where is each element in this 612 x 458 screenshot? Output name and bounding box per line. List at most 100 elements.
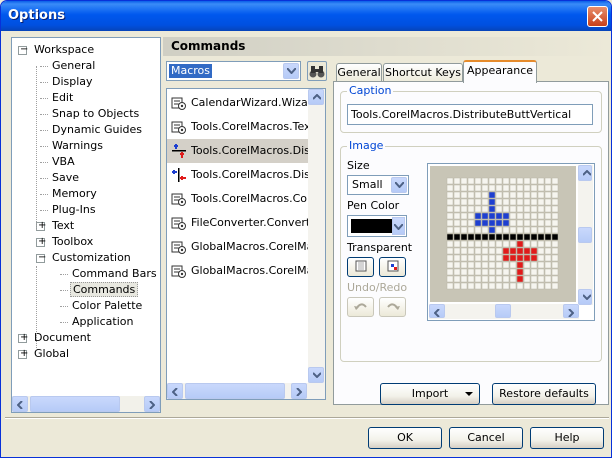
pixel-cell[interactable] [474, 268, 482, 276]
pixel-cell[interactable] [481, 268, 489, 276]
pixel-cell[interactable] [453, 240, 461, 248]
tab-appearance[interactable]: Appearance [463, 60, 537, 83]
pixel-cell[interactable] [523, 177, 531, 185]
pixel-cell[interactable] [530, 275, 538, 283]
pixel-cell[interactable] [544, 177, 552, 185]
tree-item[interactable]: Commands [70, 282, 139, 298]
pixel-cell[interactable] [495, 191, 503, 199]
pixel-cell[interactable] [460, 219, 468, 227]
tree-item[interactable]: Memory [50, 186, 99, 202]
pixel-cell[interactable] [446, 233, 454, 241]
scroll-right-icon[interactable] [291, 383, 307, 399]
pixel-cell[interactable] [551, 240, 559, 248]
pixel-cell[interactable] [481, 212, 489, 220]
tree-item[interactable]: Snap to Objects [50, 106, 141, 122]
pixel-cell[interactable] [467, 233, 475, 241]
pixel-cell[interactable] [551, 205, 559, 213]
chevron-down-icon[interactable] [392, 217, 405, 235]
pixel-cell[interactable] [523, 254, 531, 262]
pixel-cell[interactable] [474, 233, 482, 241]
pixel-cell[interactable] [509, 233, 517, 241]
tree-item[interactable]: Edit [50, 90, 75, 106]
transparent-erase-button[interactable] [347, 257, 374, 277]
pixel-cell[interactable] [551, 268, 559, 276]
pixel-cell[interactable] [502, 233, 510, 241]
pixel-cell[interactable] [523, 240, 531, 248]
pixel-cell[interactable] [502, 198, 510, 206]
pixel-cell[interactable] [530, 268, 538, 276]
pixel-cell[interactable] [502, 275, 510, 283]
pixel-cell[interactable] [488, 212, 496, 220]
pixel-cell[interactable] [530, 212, 538, 220]
pixel-cell[interactable] [516, 226, 524, 234]
pixel-cell[interactable] [481, 219, 489, 227]
scroll-down-icon[interactable] [308, 367, 324, 383]
pixel-cell[interactable] [474, 184, 482, 192]
pixel-cell[interactable] [544, 219, 552, 227]
pixel-cell[interactable] [523, 212, 531, 220]
pixel-cell[interactable] [495, 247, 503, 255]
tree-item[interactable]: Warnings [50, 138, 105, 154]
pixel-cell[interactable] [474, 261, 482, 269]
pixel-cell[interactable] [516, 268, 524, 276]
pixel-cell[interactable] [467, 184, 475, 192]
tree-item[interactable]: Toolbox [50, 234, 95, 250]
scroll-right-icon[interactable] [144, 396, 160, 412]
pixel-cell[interactable] [488, 205, 496, 213]
pixel-cell[interactable] [453, 261, 461, 269]
pixel-cell[interactable] [544, 184, 552, 192]
pixel-cell[interactable] [467, 226, 475, 234]
pixel-cell[interactable] [495, 205, 503, 213]
pixel-cell[interactable] [495, 212, 503, 220]
pixel-cell[interactable] [502, 219, 510, 227]
list-item[interactable]: Tools.CorelMacros.Distri [167, 139, 308, 163]
pixel-cell[interactable] [446, 226, 454, 234]
pixel-cell[interactable] [551, 198, 559, 206]
collapse-icon[interactable]: − [18, 44, 28, 55]
pixel-cell[interactable] [523, 198, 531, 206]
pixel-cell[interactable] [453, 184, 461, 192]
pixel-cell[interactable] [453, 226, 461, 234]
pixel-cell[interactable] [481, 254, 489, 262]
pixel-cell[interactable] [488, 184, 496, 192]
pixel-cell[interactable] [467, 191, 475, 199]
pixel-cell[interactable] [453, 247, 461, 255]
ok-button[interactable]: OK [368, 427, 442, 449]
pixel-cell[interactable] [474, 254, 482, 262]
pixel-cell[interactable] [537, 275, 545, 283]
icon-editor-canvas[interactable] [430, 166, 576, 302]
pixel-cell[interactable] [516, 247, 524, 255]
pixel-cell[interactable] [509, 226, 517, 234]
pixel-cell[interactable] [467, 261, 475, 269]
pixel-cell[interactable] [537, 240, 545, 248]
pixel-cell[interactable] [481, 282, 489, 290]
pixel-cell[interactable] [460, 177, 468, 185]
cancel-button[interactable]: Cancel [449, 427, 523, 449]
transparent-color-button[interactable] [379, 257, 406, 277]
pixel-cell[interactable] [467, 177, 475, 185]
pixel-cell[interactable] [516, 205, 524, 213]
pixel-cell[interactable] [530, 240, 538, 248]
pixel-cell[interactable] [502, 184, 510, 192]
pixel-cell[interactable] [474, 226, 482, 234]
editor-vertical-scrollbar[interactable] [578, 165, 593, 305]
list-item[interactable]: Tools.CorelMacros.Conv [167, 187, 308, 211]
pixel-cell[interactable] [537, 233, 545, 241]
pixel-cell[interactable] [495, 240, 503, 248]
pixel-cell[interactable] [474, 191, 482, 199]
pixel-cell[interactable] [551, 233, 559, 241]
expand-icon[interactable]: + [36, 220, 46, 231]
pixel-cell[interactable] [460, 184, 468, 192]
pixel-cell[interactable] [523, 219, 531, 227]
pixel-cell[interactable] [551, 184, 559, 192]
pixel-cell[interactable] [453, 254, 461, 262]
pixel-cell[interactable] [509, 212, 517, 220]
tree-item[interactable]: Text [50, 218, 76, 234]
pixel-cell[interactable] [509, 177, 517, 185]
pixel-cell[interactable] [474, 177, 482, 185]
pixel-cell[interactable] [530, 184, 538, 192]
pixel-cell[interactable] [495, 254, 503, 262]
category-select[interactable]: Macros [166, 61, 301, 81]
pixel-cell[interactable] [509, 261, 517, 269]
pixel-cell[interactable] [460, 205, 468, 213]
